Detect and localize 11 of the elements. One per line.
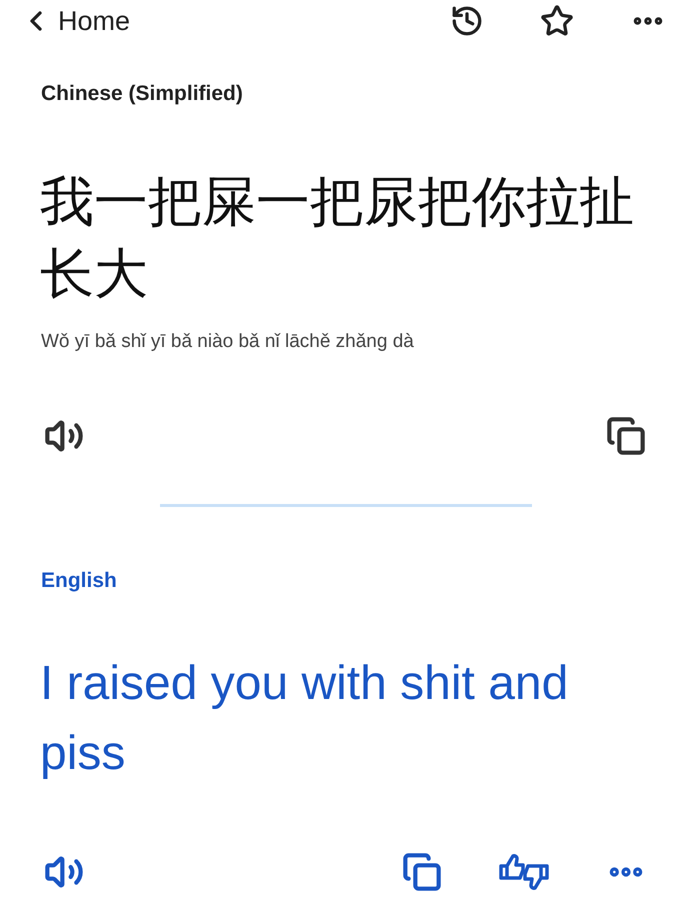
copy-icon[interactable] [402,852,442,892]
target-language-label[interactable]: English [41,565,690,596]
source-language-label[interactable]: Chinese (Simplified) [41,78,690,110]
translation-text: I raised you with shit and piss [40,656,570,782]
back-button[interactable]: Home [20,0,130,42]
romanization-text: Wǒ yī bǎ shǐ yī bǎ niào bǎ nǐ lāchě zhǎng dà [41,330,415,354]
history-icon[interactable] [450,4,484,38]
star-icon[interactable] [540,4,574,38]
copy-icon[interactable] [606,416,646,456]
source-text: 我一把屎一把尿把你拉扯长大 [40,168,635,306]
thumbs-feedback-icon[interactable] [498,852,550,892]
